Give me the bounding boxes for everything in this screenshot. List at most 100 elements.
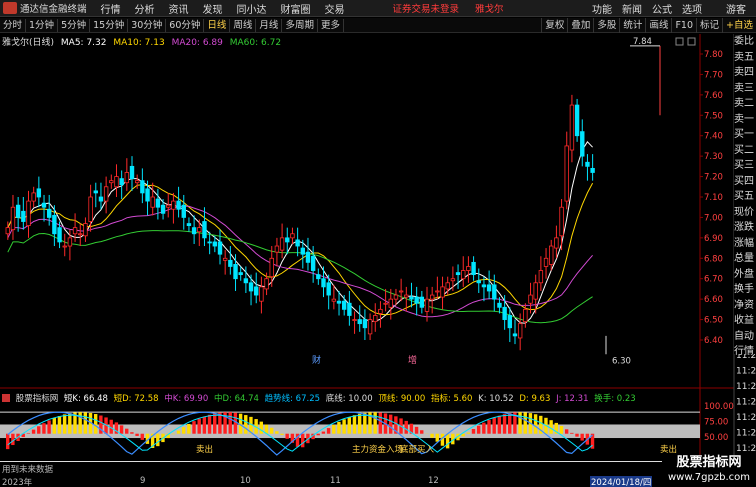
price-tick-label: 7.80 [704,50,723,60]
candle-body [373,315,378,323]
order-book-row[interactable]: 买三 [734,158,756,174]
chart-minimize-icon[interactable] [675,37,684,46]
candle-body [523,308,528,323]
candle-body [310,255,316,271]
order-book-row[interactable]: 卖三 [734,81,756,97]
indicator-trend: 趋势线: 67.25 [264,394,321,404]
candle-body [222,257,228,261]
order-book-row[interactable]: 总量 [734,251,756,267]
indicator-bar [373,412,377,434]
indicator-bar [388,414,393,434]
candle-body [305,251,311,263]
indicator-bar [497,415,502,434]
candle-body [419,296,425,308]
candle-body [549,245,554,265]
order-book-row[interactable]: 换手 [734,282,756,298]
candle-body [233,264,238,280]
candles [5,94,595,351]
price-tick-label: 7.30 [704,152,723,162]
indicator-toggle-icon[interactable] [2,394,10,402]
finance-marker: 财 [312,354,321,366]
order-book-row[interactable]: 卖五 [734,50,756,66]
time-tick-label: 11:29 [736,444,756,454]
order-book-row[interactable]: 买一 [734,127,756,143]
low-price-label: 6.30 [612,356,631,366]
order-book-row[interactable]: 买五 [734,189,756,205]
order-book-row[interactable]: 收益 [734,313,756,329]
candle-body [336,300,342,304]
candle-body [435,290,440,293]
indicator-bar [301,433,305,448]
indicator-bar [228,412,232,434]
indicator-value: 指标: 5.60 [430,394,473,404]
watermark: 股票指标网 www.7gpzb.com [662,455,756,487]
candle-body [197,227,202,233]
candle-body [450,278,456,282]
candle-body [528,294,533,304]
candle-body [78,233,83,236]
candle-body [538,270,544,284]
candle-body [176,200,181,210]
candle-body [404,294,409,298]
candle-body [62,245,67,248]
candle-body [150,196,155,208]
chart-close-icon[interactable] [687,37,696,46]
indicator-bar [357,413,362,434]
order-book-row[interactable]: 卖四 [734,65,756,81]
candle-body [455,272,461,276]
indicator-bar [187,423,191,434]
order-book-row[interactable]: 现价 [734,205,756,221]
indicator-short-d: 短D: 72.58 [113,394,159,404]
candle-body [166,204,171,208]
candle-body [119,178,124,186]
kline-chart[interactable]: 7.80 7.70 7.60 7.50 7.40 7.30 7.20 7.10 7.00 6.90… [0,0,756,487]
indicator-bar [316,433,320,436]
order-book-row[interactable]: 卖二 [734,96,756,112]
indicator-bar [6,433,10,450]
candle-body [114,176,119,188]
indicator-bar [269,427,274,434]
candle-body [88,196,93,222]
main-chart-info: 雅戈尔(日线) MA5: 7.32 MA10: 7.13 MA20: 6.89 … [2,35,285,48]
candle-body [155,198,161,208]
indicator-bar [130,432,134,434]
candle-body [285,237,290,243]
indicator-bar [580,433,584,441]
order-book-row[interactable]: 净资 [734,298,756,314]
candle-body [362,319,368,329]
indicator-name[interactable]: 股票指标网 [16,394,59,404]
indicator-bar [31,429,36,434]
indicator-bottom: 底线: 10.00 [325,394,373,404]
indicator-bar [280,433,284,435]
candle-body [217,241,223,255]
order-book-row[interactable]: 买四 [734,174,756,190]
indicator-bar [471,429,476,434]
candle-body [497,302,502,308]
candle-body [367,319,373,335]
order-book-row[interactable]: 委比 [734,34,756,50]
candle-body [507,315,513,329]
indicator-bar [171,433,176,435]
candle-body [543,257,549,267]
indicator-bar [197,418,201,434]
order-book-row[interactable]: 自动 [734,329,756,345]
indicator-j: J: 12.31 [556,394,589,404]
candle-body [398,290,404,293]
order-book-row[interactable]: 涨幅 [734,236,756,252]
order-book-row[interactable]: 涨跌 [734,220,756,236]
price-tick-label: 6.60 [704,295,723,305]
candle-body [585,161,590,167]
candle-body [476,280,481,284]
order-book-row[interactable]: 买二 [734,143,756,159]
candle-body [533,282,538,300]
candle-body [342,300,347,310]
candle-body [471,261,476,276]
order-book-row[interactable]: 行情 [734,344,756,360]
indicator-bar [559,425,564,434]
order-book-row[interactable]: 卖一 [734,112,756,128]
date-label-dec: 12 [428,476,439,486]
order-book-row[interactable]: 外盘 [734,267,756,283]
candle-body [574,104,580,137]
indicator-bar [125,428,129,434]
indicator-bar [93,414,98,434]
